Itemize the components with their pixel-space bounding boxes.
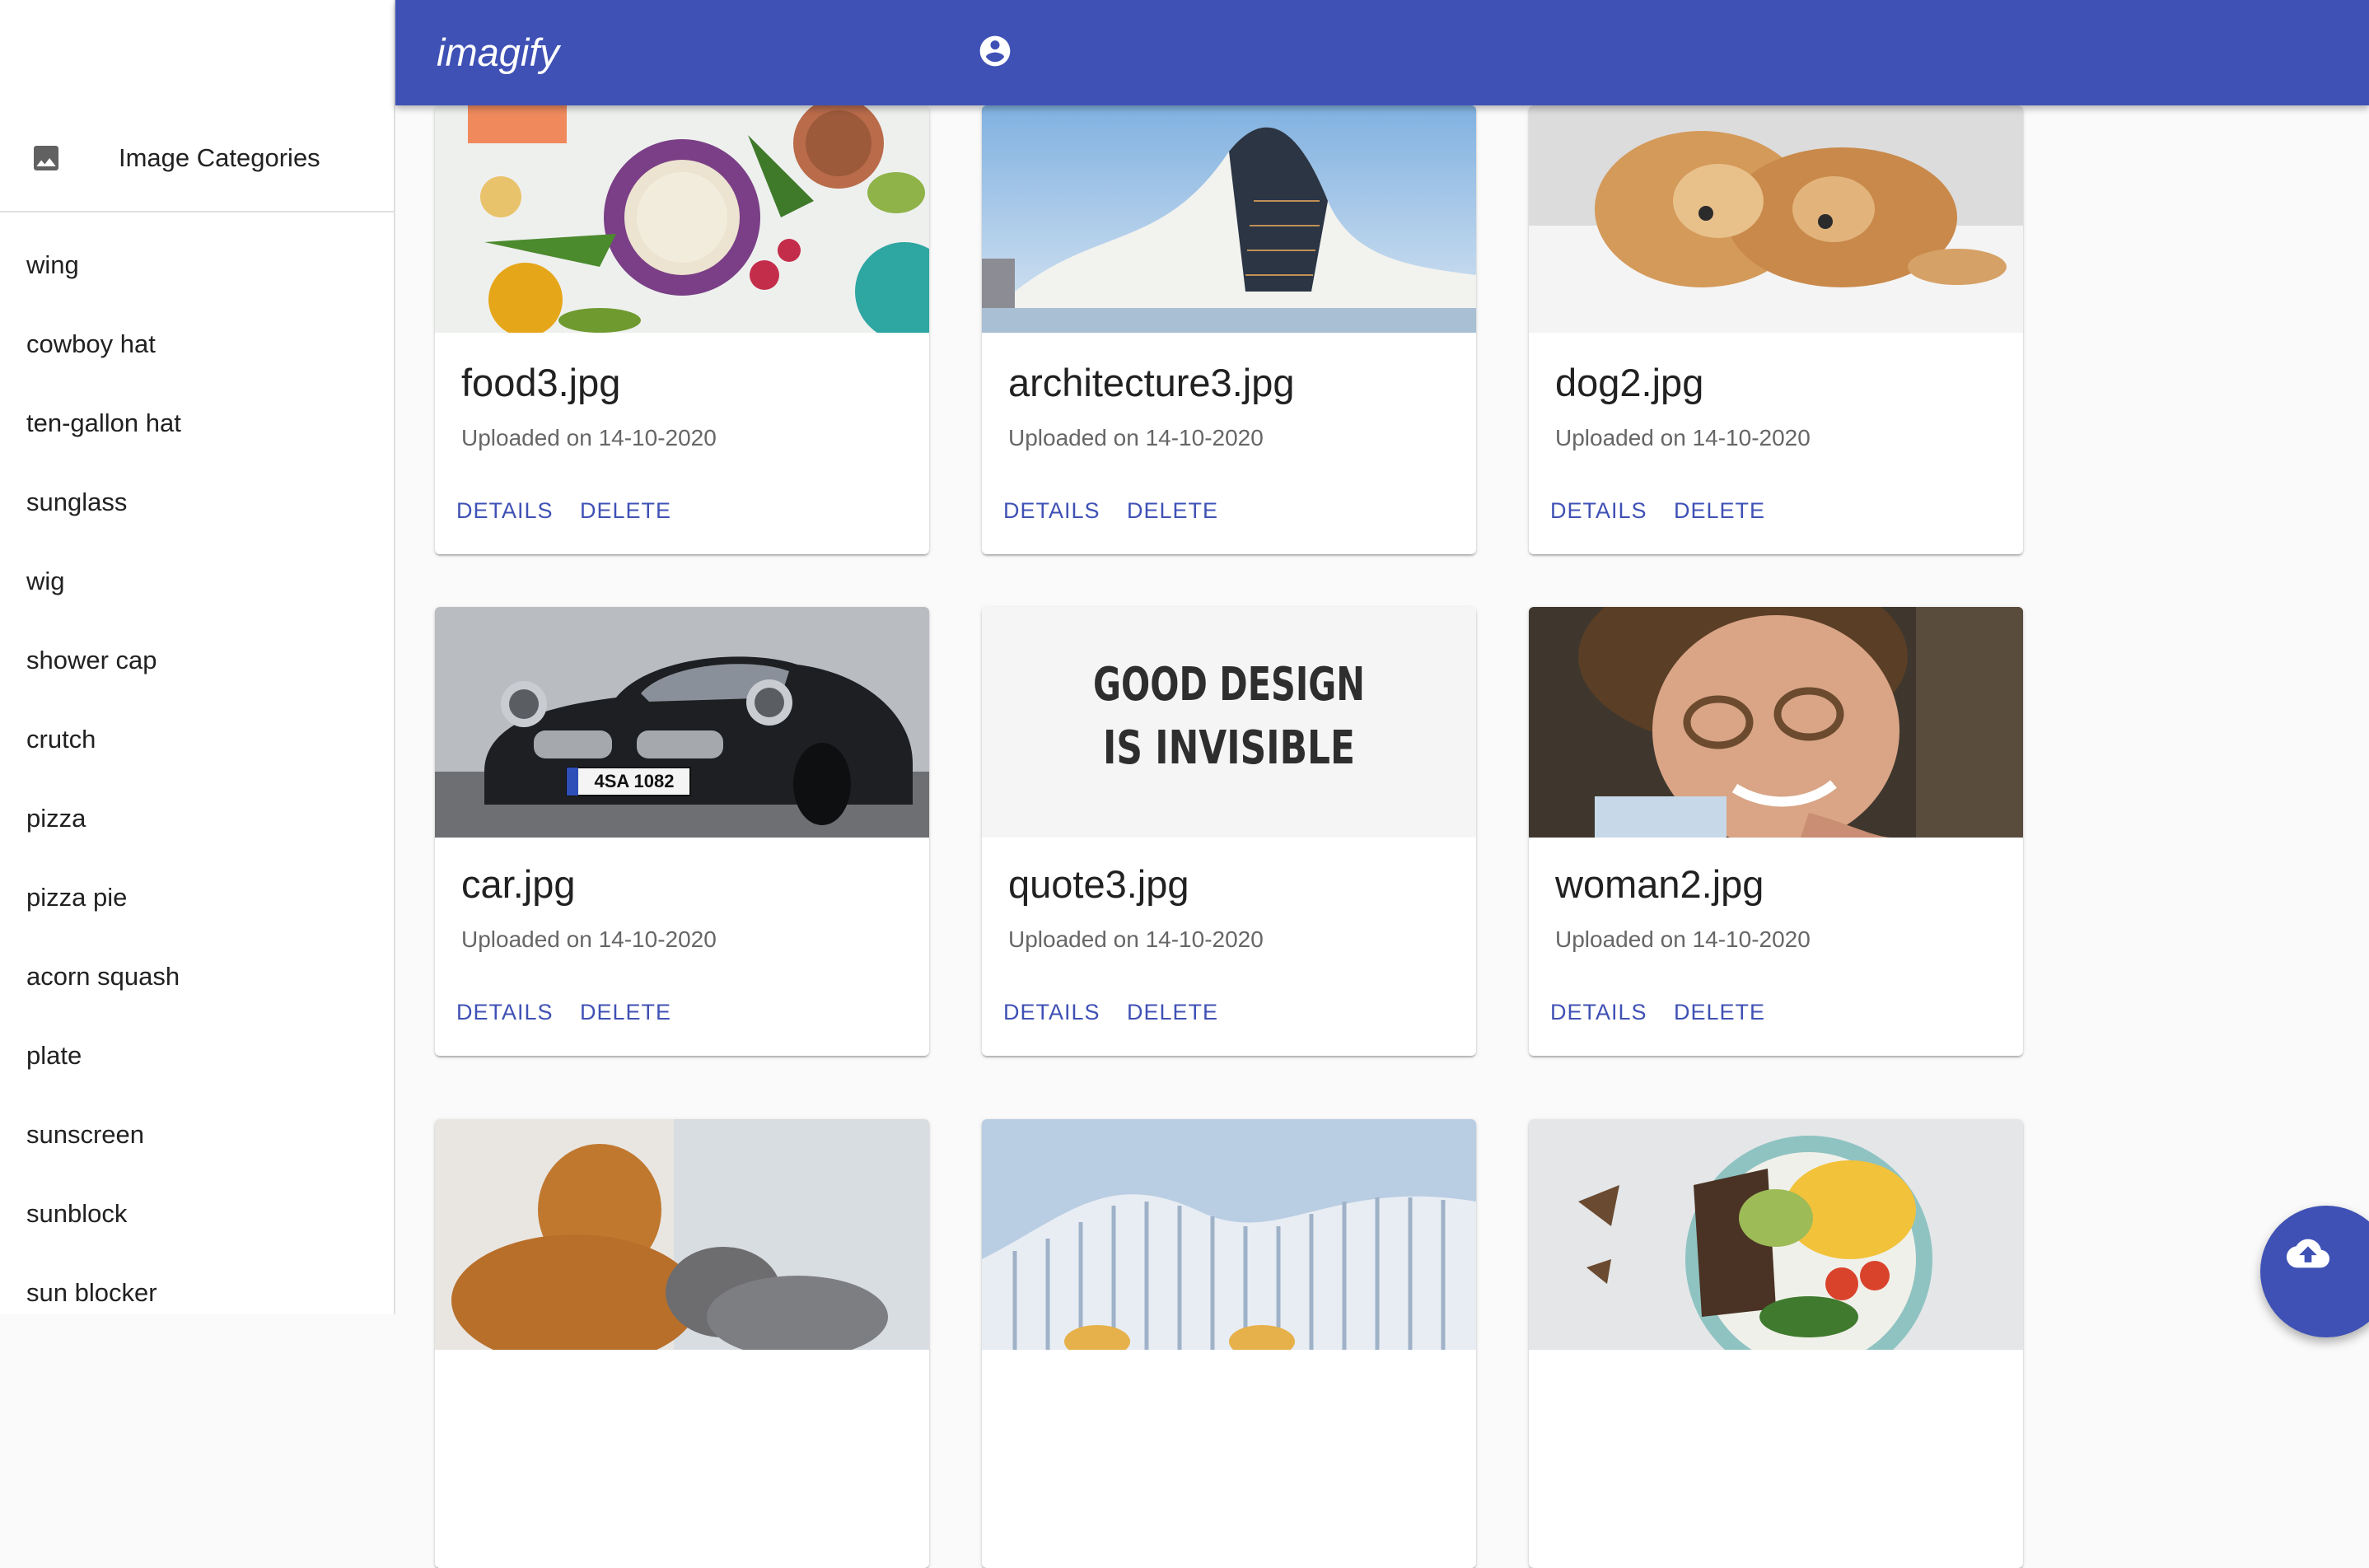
image-name: architecture3.jpg: [1008, 361, 1295, 404]
image-card: [1529, 1119, 2023, 1568]
app-bar: imagify: [395, 0, 2369, 105]
image-name: car.jpg: [461, 862, 576, 906]
woman-image: [1529, 607, 2023, 838]
upload-date: Uploaded on 14-10-2020: [1555, 425, 1811, 450]
details-button[interactable]: DETAILS: [456, 496, 554, 525]
dog-image: [1529, 105, 2023, 333]
image-name: dog2.jpg: [1555, 361, 1704, 404]
app-title[interactable]: imagify: [437, 28, 559, 77]
image-name: food3.jpg: [461, 361, 621, 404]
image-name: quote3.jpg: [1008, 862, 1189, 906]
details-button[interactable]: DETAILS: [1550, 496, 1647, 525]
upload-date: Uploaded on 14-10-2020: [1008, 926, 1264, 952]
image-card: dog2.jpg Uploaded on 14-10-2020 DETAILS …: [1529, 105, 2023, 554]
image-card: [435, 1119, 929, 1568]
image-grid: food3.jpg Uploaded on 14-10-2020 DETAILS…: [0, 0, 2369, 1568]
delete-button[interactable]: DELETE: [1674, 997, 1765, 1027]
upload-date: Uploaded on 14-10-2020: [1008, 425, 1264, 450]
image-card: woman2.jpg Uploaded on 14-10-2020 DETAIL…: [1529, 607, 2023, 1056]
delete-button[interactable]: DELETE: [580, 496, 671, 525]
details-button[interactable]: DETAILS: [1003, 496, 1100, 525]
account-circle-icon[interactable]: [977, 33, 1013, 69]
cloud-upload-icon: [2287, 1232, 2329, 1275]
upload-date: Uploaded on 14-10-2020: [461, 926, 717, 952]
delete-button[interactable]: DELETE: [1127, 496, 1218, 525]
image-name: woman2.jpg: [1555, 862, 1764, 906]
image-card: architecture3.jpg Uploaded on 14-10-2020…: [982, 105, 1476, 554]
image-card: GOOD DESIGN IS INVISIBLE quote3.jpg Uplo…: [982, 607, 1476, 1056]
details-button[interactable]: DETAILS: [456, 997, 554, 1027]
license-plate-text: 4SA 1082: [594, 771, 674, 791]
dog-cat-image: [435, 1119, 929, 1350]
food-image: [435, 105, 929, 333]
architecture-image: [982, 1119, 1476, 1350]
upload-date: Uploaded on 14-10-2020: [461, 425, 717, 450]
details-button[interactable]: DETAILS: [1550, 997, 1647, 1027]
car-image: 4SA 1082: [435, 607, 929, 838]
quote-line: IS INVISIBLE: [1103, 721, 1355, 775]
delete-button[interactable]: DELETE: [1127, 997, 1218, 1027]
details-button[interactable]: DETAILS: [1003, 997, 1100, 1027]
upload-date: Uploaded on 14-10-2020: [1555, 926, 1811, 952]
quote-line: GOOD DESIGN: [1093, 658, 1365, 712]
image-card: food3.jpg Uploaded on 14-10-2020 DETAILS…: [435, 105, 929, 554]
delete-button[interactable]: DELETE: [1674, 496, 1765, 525]
quote-image: GOOD DESIGN IS INVISIBLE: [982, 607, 1476, 838]
delete-button[interactable]: DELETE: [580, 997, 671, 1027]
image-card: 4SA 1082 car.jpg Uploaded on 14-10-2020 …: [435, 607, 929, 1056]
breakfast-image: [1529, 1119, 2023, 1350]
architecture-image: [982, 105, 1476, 333]
image-card: [982, 1119, 1476, 1568]
